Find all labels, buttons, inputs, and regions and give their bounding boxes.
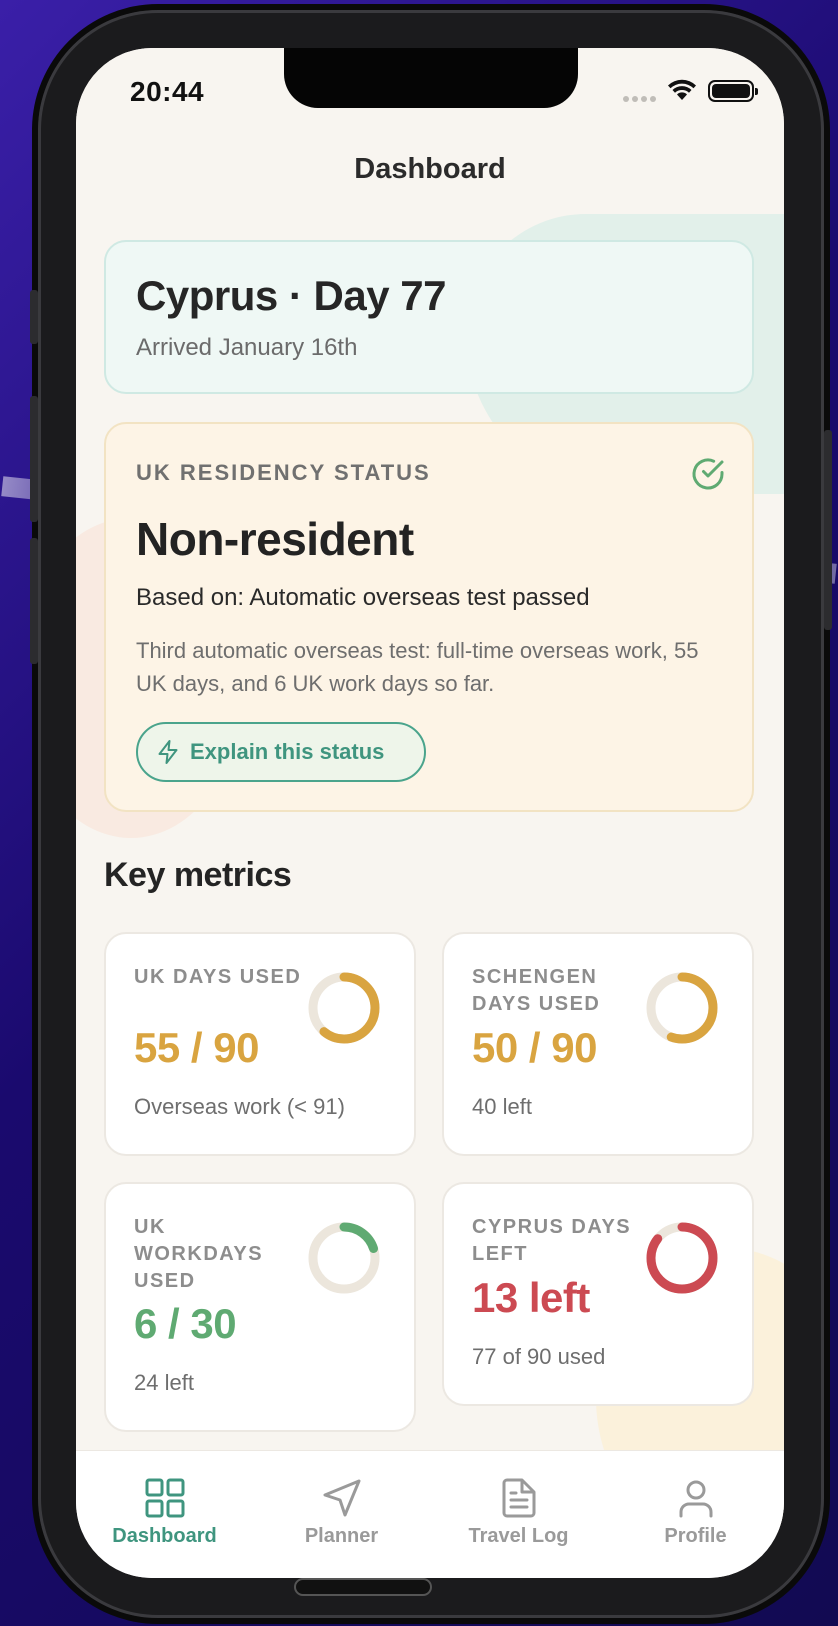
- tab-profile[interactable]: Profile: [607, 1451, 784, 1578]
- wifi-icon: [668, 79, 696, 100]
- tab-bar: Dashboard Planner Travel Log Profile: [76, 1450, 784, 1578]
- person-icon: [679, 1480, 712, 1518]
- battery-icon: [708, 80, 758, 102]
- current-location-card[interactable]: Cyprus · Day 77 Arrived January 16th: [104, 240, 754, 394]
- metric-value: 13 left: [472, 1274, 590, 1321]
- volume-down-button: [30, 538, 38, 664]
- explain-status-button[interactable]: Explain this status: [136, 722, 426, 782]
- progress-ring: [646, 972, 718, 1044]
- tab-label: Profile: [664, 1525, 727, 1547]
- residency-status-card: UK RESIDENCY STATUS Non-resident Based o…: [104, 422, 754, 812]
- metric-card-uk-days[interactable]: UK DAYS USED 55 / 90 Overseas work (< 91…: [104, 932, 416, 1156]
- tab-travel-log[interactable]: Travel Log: [430, 1451, 607, 1578]
- status-time: 20:44: [130, 76, 205, 107]
- volume-up-button: [30, 396, 38, 522]
- signal-icon: [623, 96, 656, 102]
- residency-description: Third automatic overseas test: full-time…: [136, 638, 699, 696]
- metric-value: 55 / 90: [134, 1024, 259, 1071]
- explain-status-label: Explain this status: [190, 739, 385, 764]
- ring-progress-arc: [646, 1222, 718, 1294]
- tab-label: Travel Log: [468, 1525, 569, 1547]
- metric-card-uk-workdays[interactable]: UK WORKDAYS USED 6 / 30 24 left: [104, 1182, 416, 1432]
- progress-ring: [646, 1222, 718, 1294]
- grid-icon: [145, 1478, 184, 1518]
- mute-switch: [30, 290, 38, 344]
- metric-label: UK WORKDAYS USED: [134, 1216, 264, 1292]
- residency-label: UK RESIDENCY STATUS: [136, 460, 431, 485]
- residency-basis: Based on: Automatic overseas test passed: [136, 584, 590, 611]
- document-icon: [502, 1478, 535, 1518]
- metric-footer: 40 left: [472, 1094, 532, 1119]
- home-indicator: [294, 1578, 432, 1596]
- app-screen: 20:44 Dashboard Cyprus · Day 77 Arrived …: [76, 48, 784, 1578]
- tab-dashboard[interactable]: Dashboard: [76, 1451, 253, 1578]
- metric-value: 50 / 90: [472, 1024, 597, 1071]
- device-notch: [284, 48, 578, 108]
- progress-ring: [308, 972, 380, 1044]
- tab-label: Planner: [304, 1525, 379, 1547]
- power-button: [824, 430, 832, 630]
- metric-footer: Overseas work (< 91): [134, 1094, 345, 1119]
- location-title: Cyprus · Day 77: [136, 272, 446, 319]
- location-arrival: Arrived January 16th: [136, 334, 358, 361]
- tab-planner[interactable]: Planner: [253, 1451, 430, 1578]
- page-title: Dashboard: [354, 153, 506, 185]
- section-title-key-metrics: Key metrics: [104, 856, 292, 894]
- metric-label: SCHENGEN DAYS USED: [472, 966, 601, 1015]
- progress-ring: [308, 1222, 380, 1294]
- metric-label: UK DAYS USED: [134, 966, 302, 988]
- check-circle-icon: [692, 458, 724, 490]
- lightning-icon: [158, 740, 178, 764]
- metric-footer: 77 of 90 used: [472, 1344, 606, 1369]
- metric-card-schengen-days[interactable]: SCHENGEN DAYS USED 50 / 90 40 left: [442, 932, 754, 1156]
- navigation-arrow-icon: [323, 1479, 360, 1517]
- metric-value: 6 / 30: [134, 1300, 237, 1347]
- tab-label: Dashboard: [112, 1525, 217, 1547]
- metric-footer: 24 left: [134, 1370, 194, 1395]
- metric-label: CYPRUS DAYS LEFT: [472, 1216, 632, 1265]
- residency-status-value: Non-resident: [136, 513, 414, 565]
- metric-card-cyprus-days[interactable]: CYPRUS DAYS LEFT 13 left 77 of 90 used: [442, 1182, 754, 1406]
